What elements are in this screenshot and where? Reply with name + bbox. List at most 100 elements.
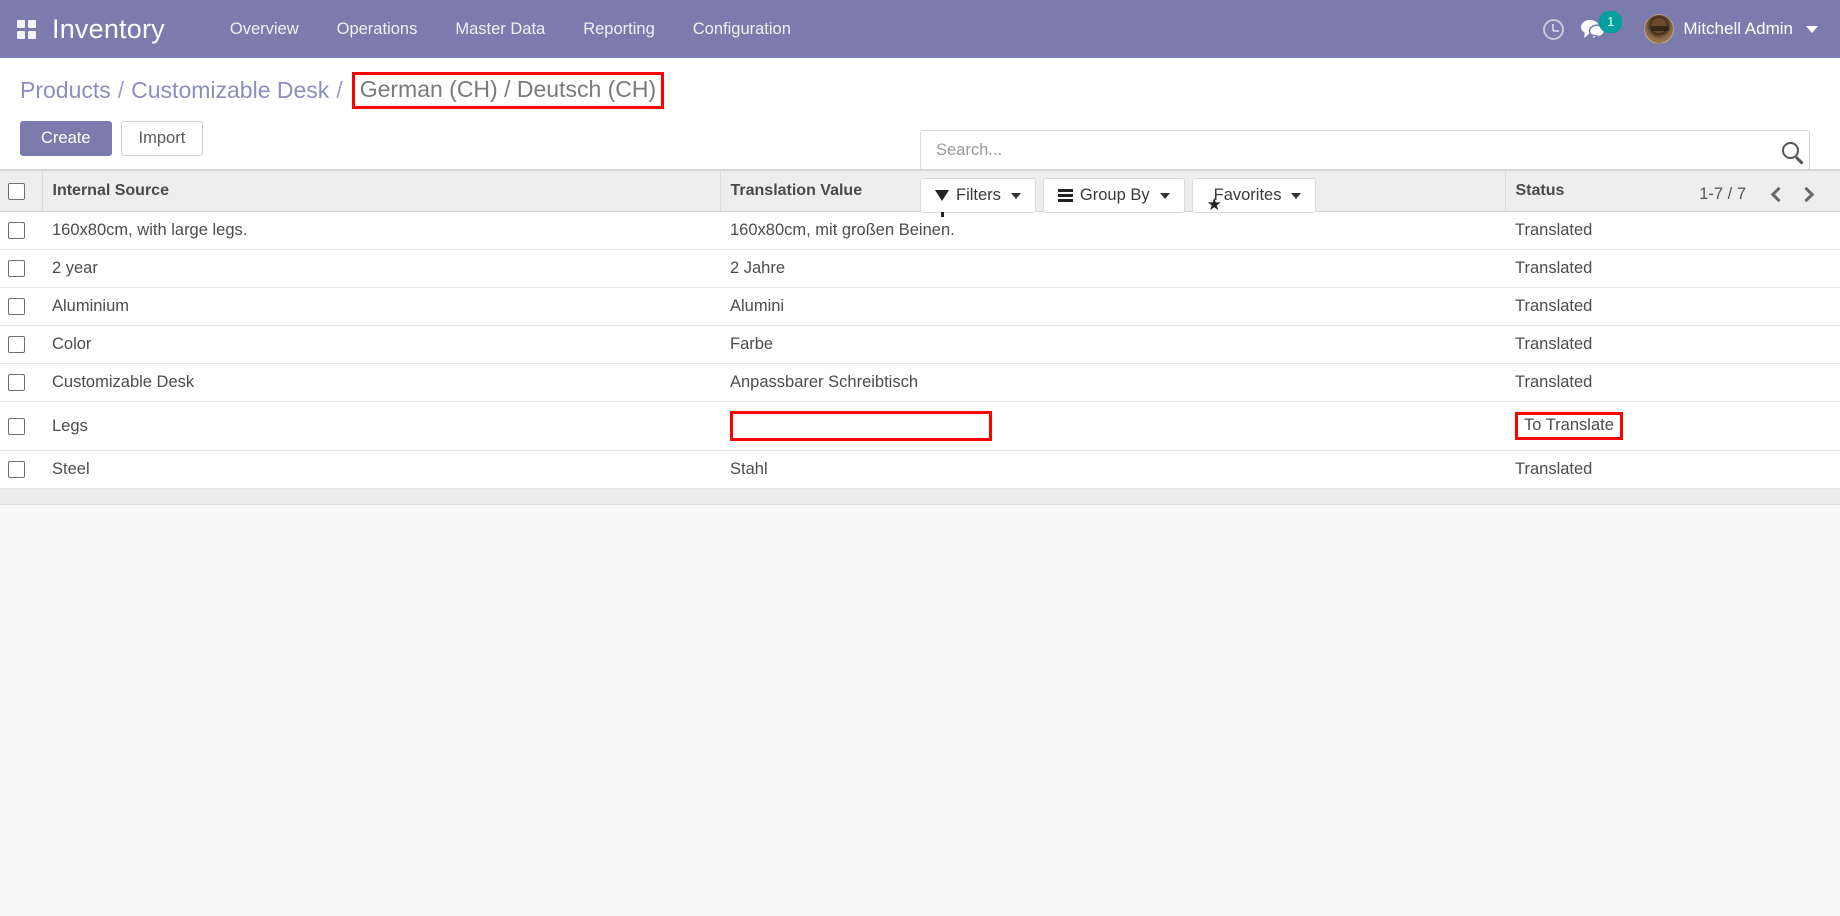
user-name-label: Mitchell Admin — [1683, 19, 1793, 39]
messages-button[interactable]: 1 — [1576, 18, 1632, 40]
filters-dropdown[interactable]: Filters — [920, 178, 1036, 213]
column-header-internal-source[interactable]: Internal Source — [42, 171, 720, 212]
cell-translation-value[interactable] — [720, 402, 1505, 451]
cell-translation-value[interactable]: 2 Jahre — [720, 250, 1505, 288]
row-checkbox[interactable] — [8, 260, 25, 277]
messages-count-badge: 1 — [1599, 11, 1622, 33]
chevron-left-icon — [1770, 186, 1786, 202]
row-select-cell — [0, 402, 42, 451]
apps-menu-toggle[interactable] — [0, 0, 52, 58]
favorites-label: Favorites — [1214, 186, 1282, 205]
breadcrumb-item-products[interactable]: Products — [20, 77, 111, 104]
cell-status: Translated — [1505, 288, 1840, 326]
breadcrumb-separator: / — [118, 77, 124, 104]
search-facets: Filters Group By ★ Favorites — [920, 178, 1323, 213]
cell-translation-value[interactable]: 160x80cm, mit großen Beinen. — [720, 212, 1505, 250]
row-select-cell — [0, 326, 42, 364]
menu-item-master-data[interactable]: Master Data — [436, 1, 564, 58]
search-icon[interactable] — [1782, 142, 1799, 159]
menu-item-overview[interactable]: Overview — [211, 1, 318, 58]
list-footer-bar — [0, 489, 1840, 505]
pager-previous-button[interactable] — [1764, 180, 1792, 208]
cell-internal-source: Color — [42, 326, 720, 364]
cell-status: Translated — [1505, 212, 1840, 250]
search-input[interactable] — [934, 140, 1782, 161]
cell-internal-source: Aluminium — [42, 288, 720, 326]
cell-internal-source: 160x80cm, with large legs. — [42, 212, 720, 250]
activities-button[interactable] — [1530, 0, 1576, 58]
cell-translation-value[interactable]: Stahl — [720, 451, 1505, 489]
create-button[interactable]: Create — [20, 121, 112, 156]
chevron-down-icon — [1291, 193, 1301, 199]
row-select-cell — [0, 250, 42, 288]
breadcrumb-active-highlight: German (CH) / Deutsch (CH) — [352, 72, 664, 109]
row-checkbox[interactable] — [8, 298, 25, 315]
cell-internal-source: Customizable Desk — [42, 364, 720, 402]
avatar — [1644, 14, 1674, 44]
bars-icon — [1058, 189, 1073, 202]
row-checkbox[interactable] — [8, 461, 25, 478]
clock-icon — [1543, 19, 1564, 40]
favorites-dropdown[interactable]: ★ Favorites — [1192, 178, 1317, 213]
breadcrumb: Products / Customizable Desk / German (C… — [20, 58, 664, 109]
menu-item-operations[interactable]: Operations — [318, 1, 437, 58]
row-checkbox[interactable] — [8, 374, 25, 391]
select-all-checkbox[interactable] — [8, 183, 25, 200]
breadcrumb-separator: / — [336, 77, 342, 104]
control-panel-left: Products / Customizable Desk / German (C… — [20, 58, 664, 156]
breadcrumb-item-active: German (CH) / Deutsch (CH) — [360, 76, 656, 102]
page-empty-area — [0, 505, 1840, 916]
cell-status: Translated — [1505, 364, 1840, 402]
top-navbar: Inventory Overview Operations Master Dat… — [0, 0, 1840, 58]
app-brand-title: Inventory — [52, 14, 165, 45]
table-row[interactable]: Customizable Desk Anpassbarer Schreibtis… — [0, 364, 1840, 402]
apps-grid-icon — [17, 20, 36, 39]
cell-status: Translated — [1505, 250, 1840, 288]
breadcrumb-item-customizable-desk[interactable]: Customizable Desk — [131, 77, 329, 104]
import-button[interactable]: Import — [121, 121, 204, 156]
action-buttons: Create Import — [20, 121, 664, 156]
table-row[interactable]: Color Farbe Translated — [0, 326, 1840, 364]
funnel-icon — [935, 190, 949, 201]
pager-next-button[interactable] — [1792, 180, 1820, 208]
row-checkbox[interactable] — [8, 222, 25, 239]
group-by-label: Group By — [1080, 186, 1150, 205]
cell-internal-source: Legs — [42, 402, 720, 451]
group-by-dropdown[interactable]: Group By — [1043, 178, 1185, 213]
table-row[interactable]: Aluminium Alumini Translated — [0, 288, 1840, 326]
chevron-right-icon — [1798, 186, 1814, 202]
table-row[interactable]: Legs To Translate — [0, 402, 1840, 451]
filters-label: Filters — [956, 186, 1001, 205]
status-to-translate-highlight: To Translate — [1515, 412, 1623, 440]
cell-translation-value[interactable]: Alumini — [720, 288, 1505, 326]
table-row[interactable]: 160x80cm, with large legs. 160x80cm, mit… — [0, 212, 1840, 250]
main-menu: Overview Operations Master Data Reportin… — [211, 1, 810, 58]
row-select-cell — [0, 451, 42, 489]
table-row[interactable]: Steel Stahl Translated — [0, 451, 1840, 489]
menu-item-reporting[interactable]: Reporting — [564, 1, 674, 58]
row-checkbox[interactable] — [8, 418, 25, 435]
user-menu[interactable]: Mitchell Admin — [1632, 14, 1822, 44]
row-checkbox[interactable] — [8, 336, 25, 353]
translations-table: Internal Source Translation Value Status… — [0, 170, 1840, 489]
control-panel: Products / Customizable Desk / German (C… — [0, 58, 1840, 170]
search-box[interactable] — [920, 130, 1810, 170]
empty-translation-highlight[interactable] — [730, 411, 992, 441]
row-select-cell — [0, 364, 42, 402]
cell-internal-source: 2 year — [42, 250, 720, 288]
row-select-cell — [0, 288, 42, 326]
pager: 1-7 / 7 — [1699, 180, 1820, 208]
cell-status: Translated — [1505, 451, 1840, 489]
menu-item-configuration[interactable]: Configuration — [674, 1, 810, 58]
search-area — [920, 130, 1810, 170]
chevron-down-icon — [1806, 26, 1818, 33]
select-all-header — [0, 171, 42, 212]
table-row[interactable]: 2 year 2 Jahre Translated — [0, 250, 1840, 288]
cell-translation-value[interactable]: Anpassbarer Schreibtisch — [720, 364, 1505, 402]
pager-count: 1-7 / 7 — [1699, 185, 1746, 204]
cell-internal-source: Steel — [42, 451, 720, 489]
cell-translation-value[interactable]: Farbe — [720, 326, 1505, 364]
chevron-down-icon — [1160, 193, 1170, 199]
table-body: 160x80cm, with large legs. 160x80cm, mit… — [0, 212, 1840, 489]
navbar-right-tools: 1 Mitchell Admin — [1530, 0, 1822, 58]
